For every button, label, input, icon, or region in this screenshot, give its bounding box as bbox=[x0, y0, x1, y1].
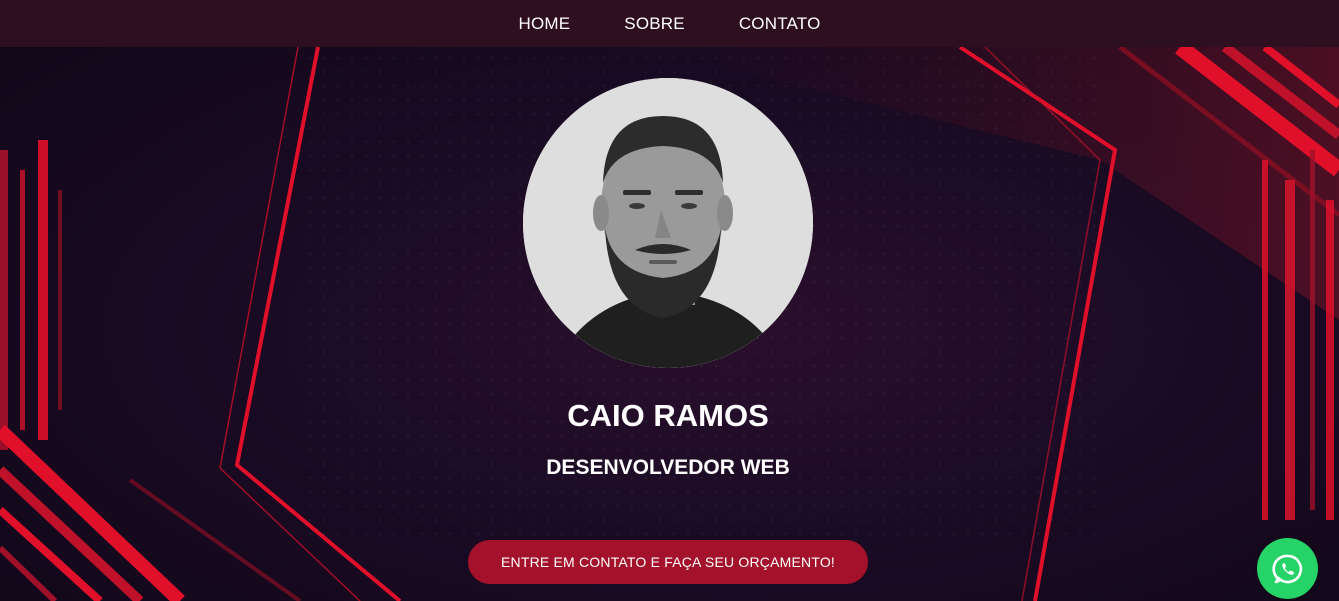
profile-role: DESENVOLVEDOR WEB bbox=[546, 456, 790, 479]
landing-page: HOME SOBRE CONTATO CAIO RAMOS DESENVOLVE… bbox=[0, 0, 1339, 601]
top-navbar: HOME SOBRE CONTATO bbox=[0, 0, 1339, 47]
nav-sobre-link[interactable]: SOBRE bbox=[624, 14, 685, 34]
profile-photo bbox=[523, 78, 813, 368]
nav-home-link[interactable]: HOME bbox=[518, 14, 570, 34]
whatsapp-button[interactable] bbox=[1257, 538, 1318, 599]
nav-contato-link[interactable]: CONTATO bbox=[739, 14, 821, 34]
profile-name: CAIO RAMOS bbox=[567, 398, 769, 433]
whatsapp-icon bbox=[1271, 554, 1302, 583]
contact-quote-button[interactable]: ENTRE EM CONTATO E FAÇA SEU ORÇAMENTO! bbox=[468, 540, 868, 584]
